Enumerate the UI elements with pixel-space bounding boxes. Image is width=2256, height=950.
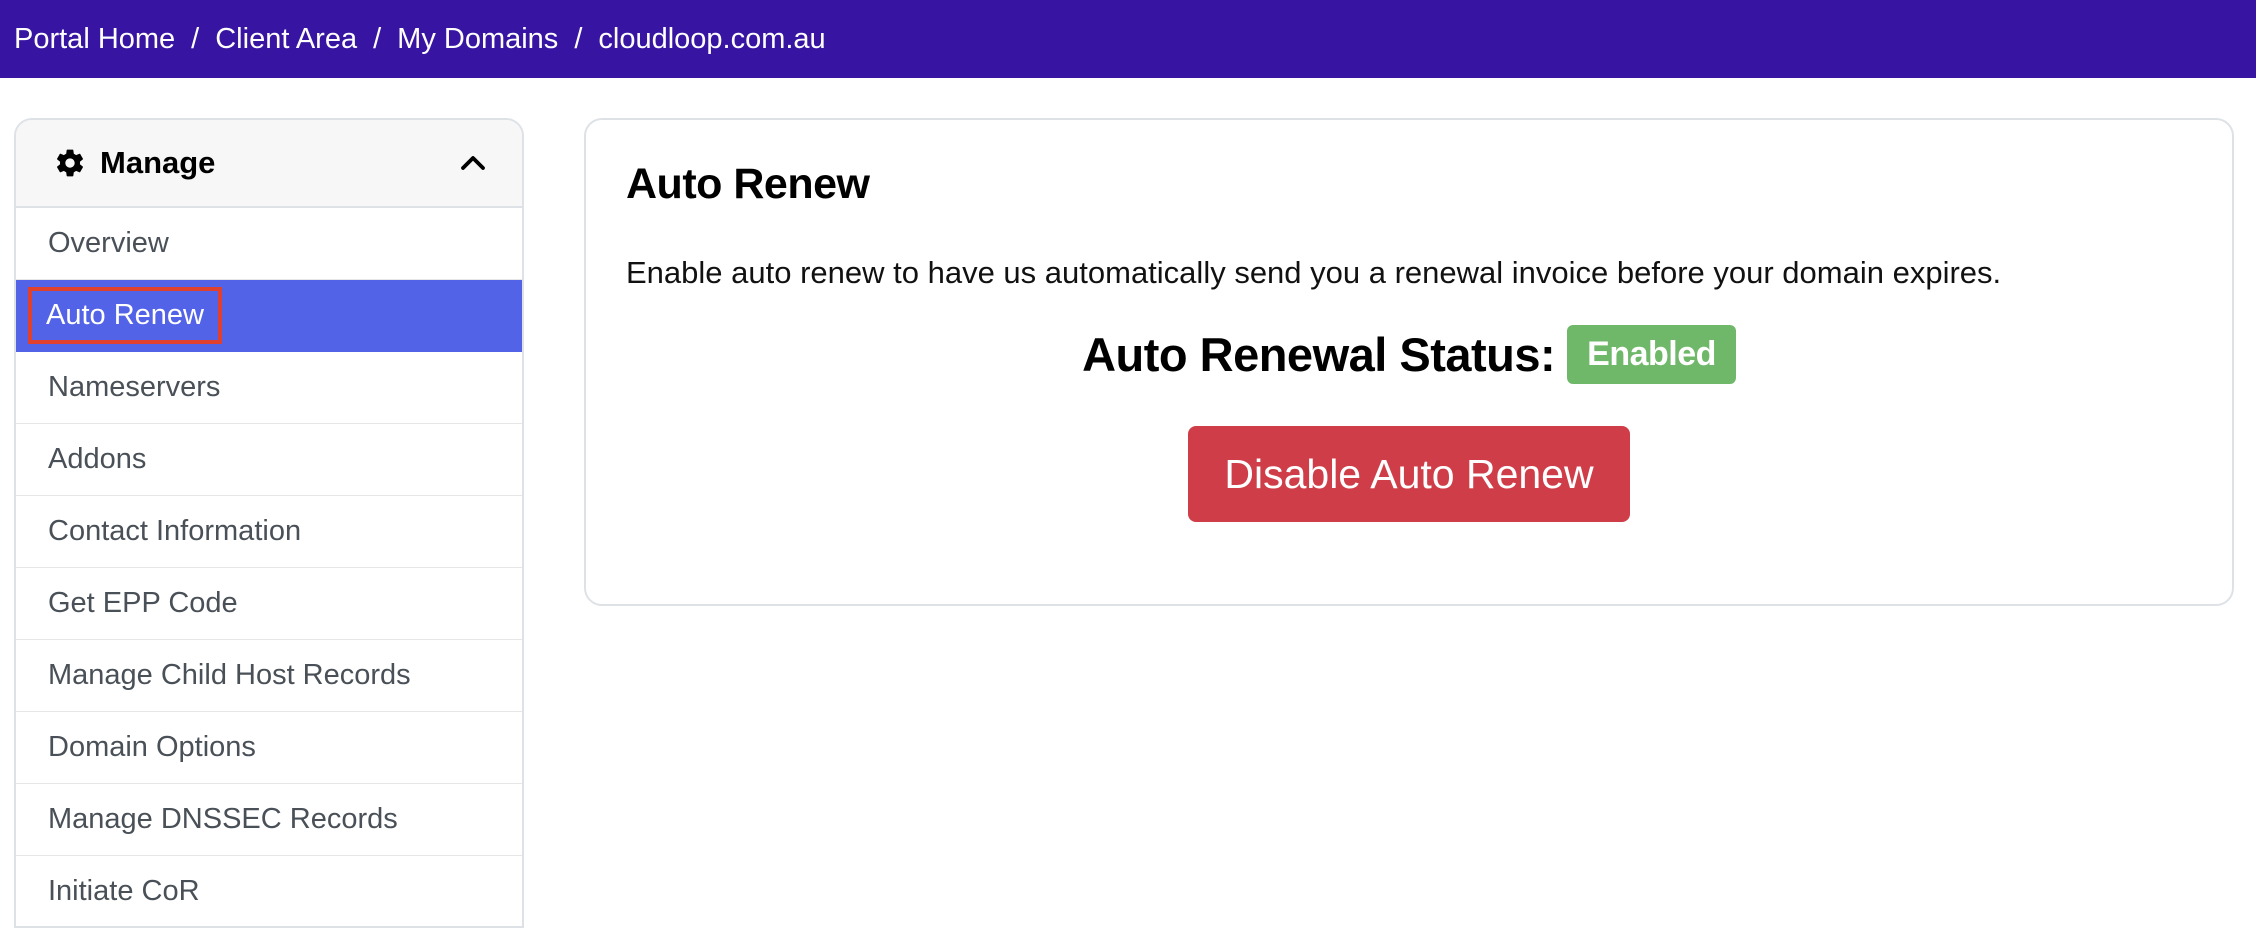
action-row: Disable Auto Renew [626,426,2192,522]
sidebar-item-initiate-cor[interactable]: Initiate CoR [16,856,522,926]
sidebar-item-manage-child-host-records[interactable]: Manage Child Host Records [16,640,522,712]
auto-renewal-status-label: Auto Renewal Status: [1082,328,1556,381]
sidebar-item-label: Manage Child Host Records [48,659,411,691]
sidebar-item-label: Auto Renew [28,287,222,344]
sidebar-item-label: Initiate CoR [48,875,200,907]
auto-renew-card: Auto Renew Enable auto renew to have us … [584,118,2234,606]
breadcrumb-portal-home[interactable]: Portal Home [14,23,175,56]
sidebar-item-label: Domain Options [48,731,256,763]
sidebar-item-label: Get EPP Code [48,587,238,619]
sidebar-item-addons[interactable]: Addons [16,424,522,496]
sidebar-item-contact-information[interactable]: Contact Information [16,496,522,568]
auto-renewal-status-row: Auto Renewal Status: Enabled [626,325,2192,384]
sidebar-item-label: Manage DNSSEC Records [48,803,398,835]
breadcrumb-client-area[interactable]: Client Area [215,23,357,56]
sidebar-item-label: Addons [48,443,147,475]
chevron-up-icon[interactable] [458,148,488,178]
sidebar-item-nameservers[interactable]: Nameservers [16,352,522,424]
disable-auto-renew-button[interactable]: Disable Auto Renew [1188,426,1630,522]
sidebar-item-label: Overview [48,227,169,259]
sidebar-item-manage-dnssec-records[interactable]: Manage DNSSEC Records [16,784,522,856]
status-badge: Enabled [1567,325,1736,384]
breadcrumb: Portal Home / Client Area / My Domains /… [0,0,2256,78]
breadcrumb-current-domain: cloudloop.com.au [598,22,826,55]
auto-renew-description: Enable auto renew to have us automatical… [626,255,2002,290]
sidebar-item-get-epp-code[interactable]: Get EPP Code [16,568,522,640]
sidebar-header-manage[interactable]: Manage [16,120,522,208]
sidebar-menu: Overview Auto Renew Nameservers Addons C… [16,208,522,926]
page-title: Auto Renew [626,160,870,208]
sidebar-item-domain-options[interactable]: Domain Options [16,712,522,784]
sidebar-item-auto-renew[interactable]: Auto Renew [16,280,522,352]
breadcrumb-separator: / [574,22,583,55]
sidebar-header-title: Manage [100,145,216,180]
breadcrumb-separator: / [191,22,200,55]
sidebar-item-label: Nameservers [48,371,221,403]
gear-icon [54,147,86,179]
sidebar-item-label: Contact Information [48,515,302,547]
sidebar-manage-panel: Manage Overview Auto Renew Nameservers A… [14,118,524,928]
breadcrumb-separator: / [373,22,382,55]
breadcrumb-my-domains[interactable]: My Domains [397,23,558,56]
sidebar-item-overview[interactable]: Overview [16,208,522,280]
